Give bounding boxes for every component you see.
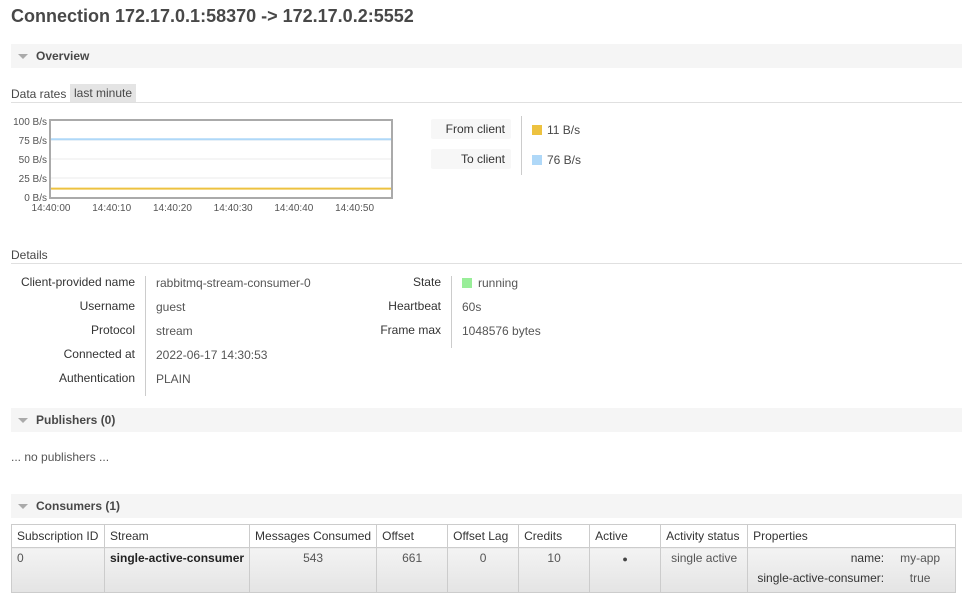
- property-key: name:: [850, 551, 885, 565]
- property-key: single-active-consumer:: [757, 571, 885, 585]
- details-left-divider: [145, 276, 146, 396]
- legend-to-client-label: To client: [460, 152, 505, 166]
- to-client-rate: 76 B/s: [547, 153, 582, 167]
- details-label: Details: [11, 248, 48, 262]
- heartbeat-value: 60s: [462, 300, 482, 314]
- legend-divider: [521, 116, 522, 175]
- consumers-section-toggle[interactable]: Consumers (1): [11, 494, 962, 518]
- consumers-table: Subscription ID Stream Messages Consumed…: [11, 524, 957, 593]
- messages-consumed-cell: 543: [249, 547, 378, 593]
- legend-from-client-button[interactable]: From client: [431, 119, 511, 139]
- activity-status-cell: single active: [660, 547, 749, 593]
- consumer-row: 0 single-active-consumer 543 661 0 10 ● …: [11, 547, 957, 593]
- publishers-section-label: Publishers (0): [36, 413, 116, 427]
- overview-section-label: Overview: [36, 49, 90, 63]
- property-name: name: my-app: [753, 551, 950, 565]
- subscription-id-cell: 0: [11, 547, 105, 593]
- col-offset-lag: Offset Lag: [447, 524, 520, 548]
- col-subscription-id: Subscription ID: [11, 524, 105, 548]
- y-tick-label: 100 B/s: [13, 117, 47, 128]
- property-value: my-app: [900, 551, 941, 565]
- state-text: running: [478, 276, 519, 290]
- state-running-indicator-icon: [462, 278, 472, 288]
- property-value: true: [909, 571, 931, 585]
- x-tick-label: 14:40:30: [214, 203, 253, 214]
- col-stream: Stream: [103, 524, 251, 548]
- details-subheader: Details: [11, 245, 962, 264]
- collapse-triangle-icon: [18, 504, 28, 509]
- col-activity-status: Activity status: [660, 524, 749, 548]
- overview-section-toggle[interactable]: Overview: [11, 44, 962, 68]
- legend-to-client-value: 76 B/s: [532, 153, 581, 167]
- data-rates-label: Data rates: [11, 87, 67, 101]
- col-active: Active: [589, 524, 662, 548]
- x-tick-label: 14:40:50: [335, 203, 374, 214]
- authentication-value: PLAIN: [156, 372, 191, 386]
- legend-to-client-button[interactable]: To client: [431, 149, 511, 169]
- authentication-label: Authentication: [58, 371, 135, 385]
- protocol-value: stream: [156, 324, 193, 338]
- protocol-label: Protocol: [90, 323, 135, 337]
- col-offset: Offset: [376, 524, 449, 548]
- frame-max-value: 1048576 bytes: [462, 324, 541, 338]
- x-tick-label: 14:40:00: [32, 203, 71, 214]
- x-tick-label: 14:40:20: [153, 203, 192, 214]
- col-properties: Properties: [747, 524, 957, 548]
- username-value: guest: [156, 300, 186, 314]
- connected-at-value: 2022-06-17 14:30:53: [156, 348, 268, 362]
- heartbeat-label: Heartbeat: [388, 299, 441, 313]
- no-publishers-message: ... no publishers ...: [11, 450, 110, 464]
- stream-cell[interactable]: single-active-consumer: [103, 547, 251, 593]
- to-client-swatch-icon: [532, 155, 542, 165]
- offset-lag-cell: 0: [447, 547, 520, 593]
- col-messages-consumed: Messages Consumed: [249, 524, 378, 548]
- y-tick-label: 25 B/s: [19, 174, 47, 185]
- y-tick-label: 50 B/s: [19, 155, 47, 166]
- state-value: running: [462, 276, 518, 290]
- from-client-rate: 11 B/s: [547, 123, 581, 137]
- data-rates-subheader: Data rates last minute: [11, 84, 962, 103]
- state-label: State: [412, 275, 441, 289]
- details-right-divider: [451, 276, 452, 348]
- client-name-value: rabbitmq-stream-consumer-0: [156, 276, 311, 290]
- connected-at-label: Connected at: [63, 347, 135, 361]
- collapse-triangle-icon: [18, 418, 28, 423]
- from-client-swatch-icon: [532, 125, 542, 135]
- properties-cell: name: my-app single-active-consumer: true: [747, 547, 957, 593]
- publishers-section-toggle[interactable]: Publishers (0): [11, 408, 962, 432]
- client-name-label: Client-provided name: [20, 275, 135, 289]
- consumers-header-row: Subscription ID Stream Messages Consumed…: [11, 524, 957, 548]
- x-tick-label: 14:40:10: [92, 203, 131, 214]
- range-selector[interactable]: last minute: [70, 84, 137, 102]
- y-tick-label: 75 B/s: [19, 136, 47, 147]
- frame-max-label: Frame max: [380, 323, 441, 337]
- consumers-section-label: Consumers (1): [36, 499, 121, 513]
- x-tick-label: 14:40:40: [274, 203, 313, 214]
- legend-from-client-label: From client: [445, 122, 505, 136]
- credits-cell: 10: [518, 547, 591, 593]
- property-single-active-consumer: single-active-consumer: true: [753, 571, 950, 585]
- active-indicator-icon: ●: [589, 547, 662, 593]
- collapse-triangle-icon: [18, 54, 28, 59]
- page-title: Connection 172.17.0.1:58370 -> 172.17.0.…: [11, 6, 414, 26]
- col-credits: Credits: [518, 524, 591, 548]
- username-label: Username: [79, 299, 135, 313]
- legend-from-client-value: 11 B/s: [532, 123, 580, 137]
- offset-cell: 661: [376, 547, 449, 593]
- data-rates-chart: 0 B/s25 B/s50 B/s75 B/s100 B/s 14:40:00 1…: [13, 117, 393, 214]
